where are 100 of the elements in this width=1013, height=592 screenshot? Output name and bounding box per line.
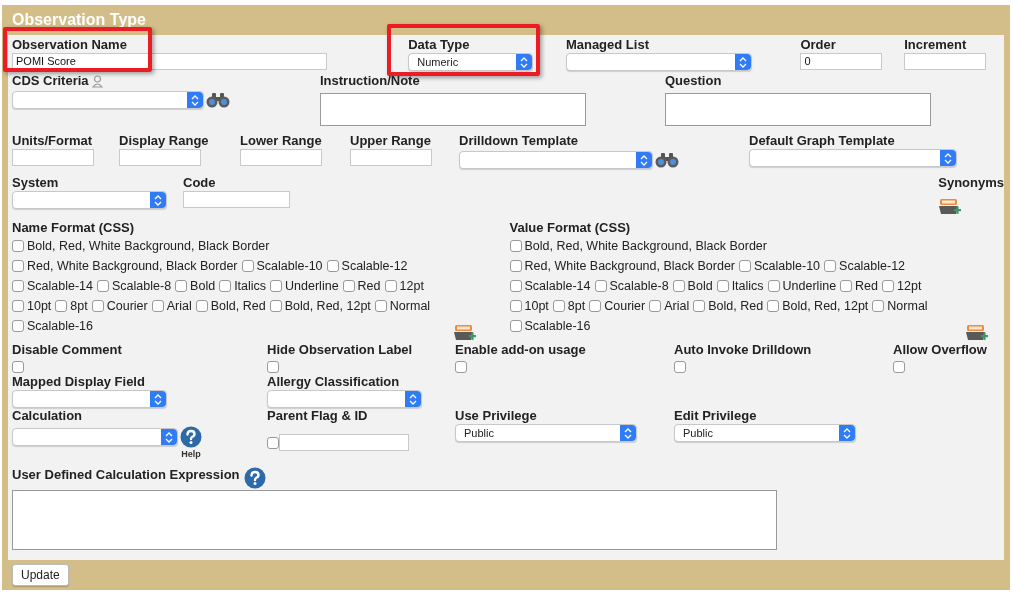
select-field[interactable] bbox=[459, 151, 653, 169]
updown-arrows-icon bbox=[620, 425, 636, 441]
binoculars-icon[interactable] bbox=[655, 152, 679, 168]
input-field[interactable] bbox=[279, 434, 409, 451]
checkbox[interactable] bbox=[270, 280, 283, 292]
checkbox[interactable] bbox=[824, 260, 837, 272]
checkbox[interactable] bbox=[509, 300, 522, 312]
format-option: Scalable-8 bbox=[609, 278, 669, 294]
checkbox[interactable] bbox=[241, 260, 254, 272]
select-field[interactable] bbox=[12, 91, 204, 109]
checkbox[interactable] bbox=[12, 361, 24, 373]
checkbox[interactable] bbox=[455, 361, 467, 373]
expression-text-area[interactable] bbox=[12, 490, 777, 550]
select-field[interactable] bbox=[12, 390, 167, 408]
format-option: Underline bbox=[285, 278, 339, 294]
input-field[interactable] bbox=[904, 53, 987, 70]
updown-arrows-icon bbox=[150, 391, 166, 407]
format-option: Bold, Red, White Background, Black Border bbox=[524, 238, 767, 254]
checkbox[interactable] bbox=[872, 300, 885, 312]
checkbox[interactable] bbox=[509, 320, 522, 332]
field-label: Synonyms bbox=[938, 175, 1004, 191]
input-field[interactable] bbox=[12, 149, 94, 166]
checkbox[interactable] bbox=[12, 300, 24, 312]
format-option: Normal bbox=[389, 298, 431, 314]
updown-arrows-icon bbox=[839, 425, 855, 441]
checkbox[interactable] bbox=[649, 300, 662, 312]
checkbox[interactable] bbox=[693, 300, 706, 312]
checkbox[interactable] bbox=[739, 260, 752, 272]
field-label: Display Range bbox=[119, 133, 209, 149]
checkbox[interactable] bbox=[767, 300, 780, 312]
field-label: Auto Invoke Drilldown bbox=[674, 342, 812, 358]
checkbox[interactable] bbox=[509, 240, 522, 252]
help-icon[interactable] bbox=[243, 467, 266, 489]
checkbox[interactable] bbox=[594, 280, 607, 292]
checkbox[interactable] bbox=[882, 280, 895, 292]
checkbox[interactable] bbox=[552, 300, 565, 312]
field-label: Code bbox=[183, 175, 216, 191]
field-label: Instruction/Note bbox=[320, 73, 420, 89]
format-option: Bold, Red, 12pt bbox=[284, 298, 371, 314]
select-field[interactable] bbox=[12, 191, 167, 209]
field-label: Enable add-on usage bbox=[455, 342, 586, 358]
checkbox[interactable] bbox=[195, 300, 208, 312]
checkbox[interactable] bbox=[374, 300, 387, 312]
checkbox[interactable] bbox=[97, 280, 109, 292]
checkbox[interactable] bbox=[672, 280, 685, 292]
select-field[interactable] bbox=[267, 390, 422, 408]
help-icon[interactable] bbox=[180, 426, 202, 448]
checkbox[interactable] bbox=[151, 300, 164, 312]
updown-arrows-icon bbox=[150, 192, 166, 208]
checkbox[interactable] bbox=[767, 280, 780, 292]
field-label: Question bbox=[665, 73, 722, 89]
binoculars-icon[interactable] bbox=[206, 92, 230, 108]
checkbox[interactable] bbox=[674, 361, 686, 373]
format-option: Underline bbox=[782, 278, 837, 294]
input-field[interactable] bbox=[350, 149, 432, 166]
field-label: Increment bbox=[904, 37, 967, 53]
checkbox[interactable] bbox=[12, 280, 24, 292]
format-option: 10pt bbox=[27, 298, 52, 314]
checkbox[interactable] bbox=[267, 436, 279, 449]
format-option: Red bbox=[855, 278, 879, 294]
select-field[interactable] bbox=[749, 149, 957, 167]
format-option: Scalable-12 bbox=[839, 258, 906, 274]
checkbox[interactable] bbox=[589, 300, 602, 312]
checkbox[interactable] bbox=[840, 280, 853, 292]
checkbox[interactable] bbox=[509, 280, 522, 292]
checkbox[interactable] bbox=[55, 300, 68, 312]
text-area[interactable] bbox=[665, 93, 931, 126]
checkbox[interactable] bbox=[342, 280, 355, 292]
select-field[interactable] bbox=[565, 53, 752, 71]
format-option: 10pt bbox=[524, 298, 549, 314]
checkbox[interactable] bbox=[267, 361, 279, 373]
checkbox[interactable] bbox=[893, 361, 905, 373]
checkbox[interactable] bbox=[509, 260, 522, 272]
select-field[interactable]: Public bbox=[455, 424, 637, 442]
input-field[interactable] bbox=[119, 149, 201, 166]
checkbox[interactable] bbox=[91, 300, 104, 312]
select-field[interactable]: Numeric bbox=[408, 53, 534, 71]
input-field[interactable]: POMI Score bbox=[12, 53, 327, 70]
format-option: Italics bbox=[234, 278, 267, 294]
checkbox[interactable] bbox=[12, 320, 24, 332]
input-field[interactable] bbox=[240, 149, 322, 166]
checkbox[interactable] bbox=[219, 280, 232, 292]
field-label: Mapped Display Field bbox=[12, 374, 145, 390]
checkbox[interactable] bbox=[12, 260, 24, 272]
person-icon[interactable] bbox=[91, 74, 103, 88]
input-field[interactable] bbox=[183, 191, 290, 208]
input-field[interactable]: 0 bbox=[800, 53, 883, 70]
checkbox[interactable] bbox=[326, 260, 339, 272]
select-field[interactable]: Public bbox=[674, 424, 856, 442]
checkbox[interactable] bbox=[384, 280, 397, 292]
checkbox[interactable] bbox=[716, 280, 729, 292]
checkbox[interactable] bbox=[175, 280, 188, 292]
updown-arrows-icon bbox=[516, 54, 533, 70]
checkbox[interactable] bbox=[12, 240, 24, 252]
select-field[interactable] bbox=[12, 428, 178, 446]
checkbox[interactable] bbox=[269, 300, 282, 312]
format-option: Bold bbox=[687, 278, 713, 294]
update-button[interactable]: Update bbox=[12, 564, 69, 586]
field-label: Data Type bbox=[408, 37, 470, 53]
text-area[interactable] bbox=[320, 93, 586, 126]
